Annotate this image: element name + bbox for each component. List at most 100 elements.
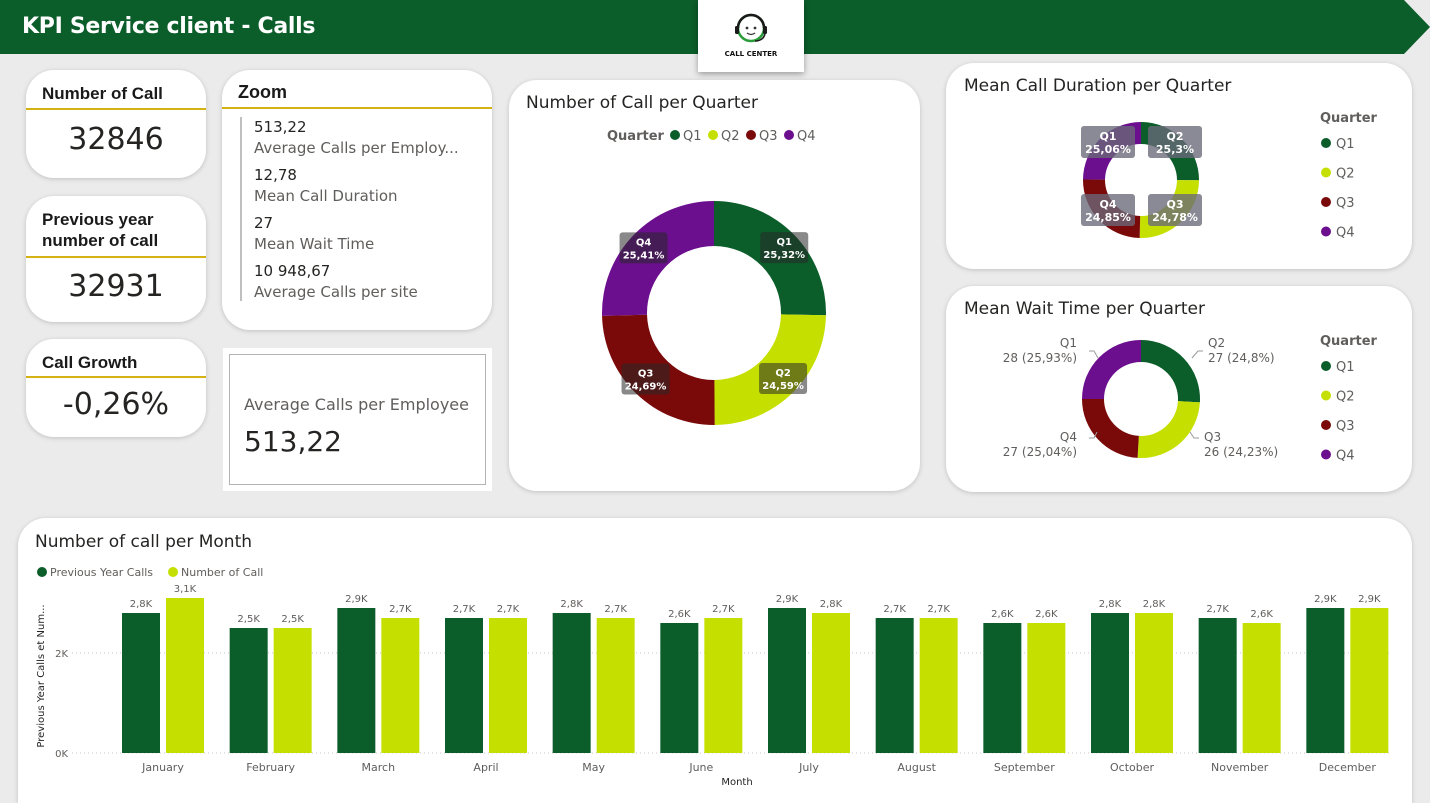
svg-text:24,59%: 24,59% xyxy=(762,381,804,392)
legend-title: Quarter xyxy=(1320,334,1378,349)
legend-label: Q1 xyxy=(1336,137,1355,152)
legend-label: Q3 xyxy=(1336,196,1355,211)
x-tick-label: February xyxy=(246,761,295,774)
donut-chart[interactable]: Q125,06%Q225,3%Q324,78%Q424,85%QuarterQ1… xyxy=(946,63,1412,269)
svg-text:25,32%: 25,32% xyxy=(763,250,805,261)
data-label: Q326 (24,23%) xyxy=(1189,430,1278,459)
y-axis-label: Previous Year Calls et Num... xyxy=(36,604,47,747)
bar-data-label: 2,6K xyxy=(668,609,691,620)
svg-text:Q4: Q4 xyxy=(1060,430,1077,444)
bar-previous-year[interactable] xyxy=(122,613,160,753)
chart-call-duration: Mean Call Duration per Quarter Q1 25,06% Q… xyxy=(946,63,1412,269)
data-label: Q128 (25,93%) xyxy=(1003,336,1099,365)
chart-calls-per-month: Number of call per Month Previous Year C… xyxy=(18,518,1412,803)
data-label: Q225,3% xyxy=(1148,126,1202,158)
svg-text:Q4: Q4 xyxy=(1099,198,1116,211)
bar-data-label: 2,7K xyxy=(1206,604,1229,615)
legend-label: Previous Year Calls xyxy=(50,566,153,579)
kpi-call-growth: Call Growth -0,26% xyxy=(26,339,206,437)
bar-number-of-call[interactable] xyxy=(1027,623,1066,753)
bar-number-of-call[interactable] xyxy=(1135,613,1173,753)
bar-previous-year[interactable] xyxy=(229,628,268,753)
legend-label: Q4 xyxy=(1336,226,1355,241)
legend-dot xyxy=(1321,449,1331,460)
bar-data-label: 2,9K xyxy=(1358,594,1381,605)
bar-data-label: 2,6K xyxy=(1250,609,1273,620)
page-title: KPI Service client - Calls xyxy=(22,14,316,39)
bar-number-of-call[interactable] xyxy=(489,618,527,753)
data-label: Q2 24,59% xyxy=(759,362,808,394)
bar-previous-year[interactable] xyxy=(660,623,699,753)
bar-number-of-call[interactable] xyxy=(273,628,312,753)
zoom-item-label: Average Calls per site xyxy=(254,283,418,301)
x-tick-label: October xyxy=(1110,761,1154,774)
bar-number-of-call[interactable] xyxy=(166,598,204,753)
donut-slice-q1[interactable] xyxy=(1141,340,1200,403)
legend-dot xyxy=(1321,167,1331,178)
headset-icon xyxy=(735,13,767,43)
zoom-item[interactable]: 27 Mean Wait Time xyxy=(254,213,488,261)
donut-slice-q2[interactable] xyxy=(1137,401,1200,458)
bar-number-of-call[interactable] xyxy=(704,618,743,753)
donut-slice-q4[interactable] xyxy=(1082,340,1141,399)
x-tick-label: June xyxy=(688,761,713,774)
kpi-label: Call Growth xyxy=(42,353,138,372)
bar-previous-year[interactable] xyxy=(1198,618,1237,753)
x-tick-label: April xyxy=(473,761,498,774)
bar-number-of-call[interactable] xyxy=(596,618,635,753)
svg-text:27 (25,04%): 27 (25,04%) xyxy=(1003,445,1077,459)
legend-dot xyxy=(746,130,756,140)
chart-legend: Quarter Q1 Q2 Q3 Q4 xyxy=(1320,111,1378,241)
bar-data-label: 2,9K xyxy=(1314,594,1337,605)
legend-label: Q4 xyxy=(797,129,816,144)
chart-legend: Previous Year Calls Number of Call xyxy=(37,566,263,579)
bar-number-of-call[interactable] xyxy=(1350,608,1389,753)
svg-text:25,41%: 25,41% xyxy=(623,250,665,261)
bar-previous-year[interactable] xyxy=(1306,608,1345,753)
kpi-label: Number of Call xyxy=(42,84,163,103)
kpi-label-line2: number of call xyxy=(42,231,159,250)
bar-data-label: 2,8K xyxy=(1143,599,1166,610)
donut-chart[interactable]: Q128 (25,93%)Q227 (24,8%)Q326 (24,23%)Q4… xyxy=(946,286,1412,492)
bar-data-label: 3,1K xyxy=(174,584,197,595)
donut-chart[interactable]: Quarter Q1 Q2 Q3 Q4Q125,32%Q224,59%Q324,69%Q… xyxy=(509,111,920,491)
svg-text:Q2: Q2 xyxy=(775,368,791,379)
logo-caption: CALL CENTER xyxy=(724,50,778,58)
bar-previous-year[interactable] xyxy=(768,608,806,753)
bar-chart[interactable]: Previous Year Calls Number of Call 0K 2K Pre… xyxy=(18,518,1412,803)
kpi-divider xyxy=(26,108,206,110)
zoom-item[interactable]: 12,78 Mean Call Duration xyxy=(254,165,488,213)
legend-label: Q2 xyxy=(1336,390,1355,405)
bar-data-label: 2,5K xyxy=(281,614,304,625)
legend-label: Q3 xyxy=(759,129,778,144)
legend-label: Q2 xyxy=(1336,167,1355,182)
bar-previous-year[interactable] xyxy=(1091,613,1129,753)
zoom-item[interactable]: 513,22 Average Calls per Employ... xyxy=(254,117,488,165)
bar-previous-year[interactable] xyxy=(552,613,591,753)
bar-previous-year[interactable] xyxy=(445,618,483,753)
x-tick-label: May xyxy=(582,761,605,774)
donut-slice-q3[interactable] xyxy=(1082,399,1139,458)
x-tick-label: September xyxy=(994,761,1055,774)
bar-previous-year[interactable] xyxy=(983,623,1022,753)
legend-dot xyxy=(1321,361,1331,371)
bar-previous-year[interactable] xyxy=(337,608,376,753)
chart-calls-per-quarter: Number of Call per Quarter Quarter Q1 Q2 Q3… xyxy=(509,80,920,491)
zoom-item-label: Average Calls per Employ... xyxy=(254,139,459,157)
bar-number-of-call[interactable] xyxy=(381,618,420,753)
bar-number-of-call[interactable] xyxy=(1242,623,1281,753)
data-label: Q424,85% xyxy=(1081,194,1135,226)
bar-number-of-call[interactable] xyxy=(919,618,958,753)
legend-dot xyxy=(1321,138,1331,148)
data-label: Q125,06% xyxy=(1081,126,1135,158)
bar-previous-year[interactable] xyxy=(875,618,914,753)
legend-dot xyxy=(1321,197,1331,207)
bar-number-of-call[interactable] xyxy=(812,613,850,753)
x-tick-label: November xyxy=(1211,761,1269,774)
legend-label: Q1 xyxy=(1336,360,1355,375)
legend-dot xyxy=(37,567,47,577)
zoom-item-label: Mean Wait Time xyxy=(254,235,375,253)
zoom-item[interactable]: 10 948,67 Average Calls per site xyxy=(254,261,488,309)
bar-data-label: 2,7K xyxy=(497,604,520,615)
kpi-value: -0,26% xyxy=(62,387,170,422)
